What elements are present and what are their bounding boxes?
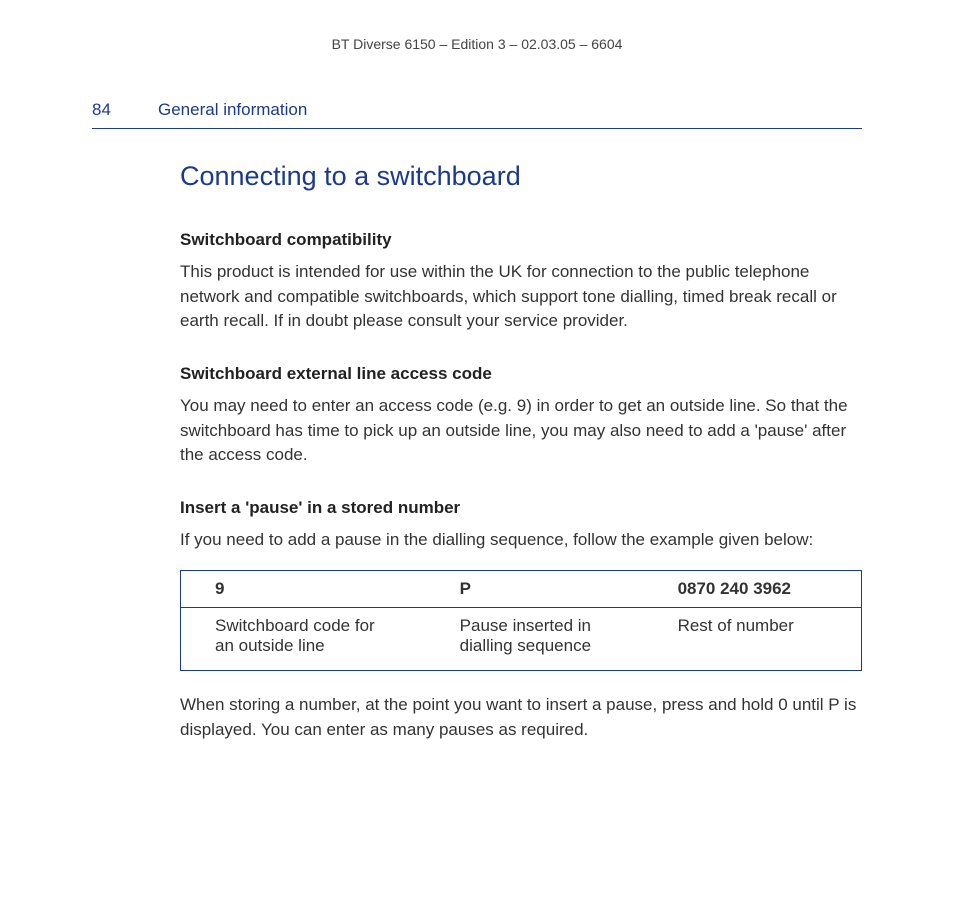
main-heading: Connecting to a switchboard: [180, 161, 862, 192]
body-insert-pause-intro: If you need to add a pause in the dialli…: [180, 528, 862, 553]
page-header-text: BT Diverse 6150 – Edition 3 – 02.03.05 –…: [332, 36, 623, 52]
subheading-compatibility: Switchboard compatibility: [180, 230, 862, 250]
table-cell: Pause inserted in dialling sequence: [426, 608, 644, 671]
table-header-cell: 0870 240 3962: [644, 571, 862, 608]
body-after-table: When storing a number, at the point you …: [180, 693, 862, 742]
subheading-insert-pause: Insert a 'pause' in a stored number: [180, 498, 862, 518]
table-cell: Switchboard code for an outside line: [181, 608, 426, 671]
page-number: 84: [92, 100, 158, 120]
table-row: Switchboard code for an outside line Pau…: [181, 608, 862, 671]
content-area: Connecting to a switchboard Switchboard …: [0, 161, 954, 743]
body-access-code: You may need to enter an access code (e.…: [180, 394, 862, 468]
section-label: General information: [158, 100, 307, 120]
table-header-cell: P: [426, 571, 644, 608]
table-cell: Rest of number: [644, 608, 862, 671]
table-header-row: 9 P 0870 240 3962: [181, 571, 862, 608]
subheading-access-code: Switchboard external line access code: [180, 364, 862, 384]
section-header-row: 84 General information: [0, 100, 954, 120]
section-divider: [92, 128, 862, 129]
pause-example-table: 9 P 0870 240 3962 Switchboard code for a…: [180, 570, 862, 671]
table-header-cell: 9: [181, 571, 426, 608]
body-compatibility: This product is intended for use within …: [180, 260, 862, 334]
page-header: BT Diverse 6150 – Edition 3 – 02.03.05 –…: [0, 0, 954, 100]
